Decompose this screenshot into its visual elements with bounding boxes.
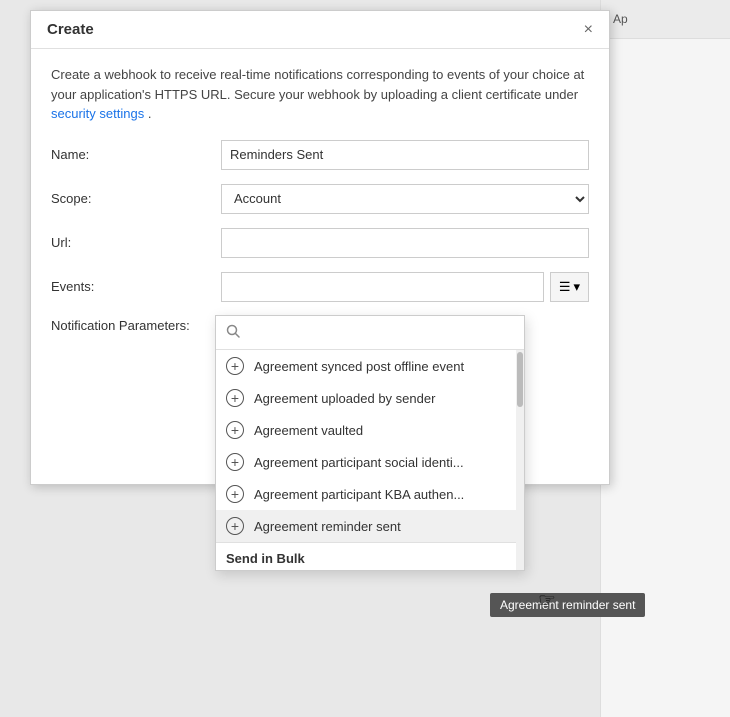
- modal-header: Create ×: [31, 11, 609, 49]
- name-label: Name:: [51, 147, 221, 162]
- name-row: Name:: [51, 140, 589, 170]
- url-row: Url:: [51, 228, 589, 258]
- modal-description: Create a webhook to receive real-time no…: [51, 65, 589, 124]
- send-in-bulk-section[interactable]: Send in Bulk: [216, 543, 524, 570]
- plus-icon-0: +: [226, 357, 244, 375]
- events-input[interactable]: [221, 272, 544, 302]
- dropdown-item-1[interactable]: + Agreement uploaded by sender: [216, 382, 524, 414]
- modal-close-button[interactable]: ×: [584, 22, 593, 38]
- dropdown-item-4[interactable]: + Agreement participant KBA authen...: [216, 478, 524, 510]
- search-icon: [226, 324, 240, 341]
- dropdown-item-label-0: Agreement synced post offline event: [254, 359, 464, 374]
- chevron-down-icon: ▾: [573, 279, 580, 295]
- url-label: Url:: [51, 235, 221, 250]
- events-label: Events:: [51, 279, 221, 294]
- bg-panel-header: Ap: [601, 0, 730, 39]
- notification-label: Notification Parameters:: [51, 316, 221, 333]
- send-in-bulk-label: Send in Bulk: [226, 551, 305, 566]
- dropdown-item-3[interactable]: + Agreement participant social identi...: [216, 446, 524, 478]
- plus-icon-1: +: [226, 389, 244, 407]
- dropdown-item-5[interactable]: + Agreement reminder sent: [216, 510, 524, 542]
- dropdown-item-label-4: Agreement participant KBA authen...: [254, 487, 464, 502]
- dropdown-item-label-5: Agreement reminder sent: [254, 519, 401, 534]
- events-dropdown-panel: + Agreement synced post offline event + …: [215, 315, 525, 571]
- modal-title: Create: [47, 21, 94, 38]
- dropdown-search-bar: [216, 316, 524, 350]
- dropdown-item-label-3: Agreement participant social identi...: [254, 455, 464, 470]
- plus-icon-3: +: [226, 453, 244, 471]
- scope-label: Scope:: [51, 191, 221, 206]
- plus-icon-5: +: [226, 517, 244, 535]
- dropdown-search-input[interactable]: [246, 325, 514, 340]
- plus-icon-2: +: [226, 421, 244, 439]
- url-input[interactable]: [221, 228, 589, 258]
- dropdown-item-2[interactable]: + Agreement vaulted: [216, 414, 524, 446]
- events-row: Events: ☰ ▾: [51, 272, 589, 302]
- events-menu-button[interactable]: ☰ ▾: [550, 272, 589, 302]
- scope-select[interactable]: Account User Group Target: [221, 184, 589, 214]
- hamburger-icon: ☰: [559, 279, 571, 295]
- dropdown-item-0[interactable]: + Agreement synced post offline event: [216, 350, 524, 382]
- dropdown-item-label-1: Agreement uploaded by sender: [254, 391, 435, 406]
- dropdown-list: + Agreement synced post offline event + …: [216, 350, 524, 570]
- dropdown-scrollbar[interactable]: [516, 350, 524, 570]
- scope-row: Scope: Account User Group Target: [51, 184, 589, 214]
- plus-icon-4: +: [226, 485, 244, 503]
- name-input[interactable]: [221, 140, 589, 170]
- security-settings-link[interactable]: security settings: [51, 106, 144, 121]
- dropdown-item-label-2: Agreement vaulted: [254, 423, 363, 438]
- scrollbar-thumb: [517, 352, 523, 407]
- tooltip: Agreement reminder sent: [490, 593, 645, 617]
- events-input-wrap: ☰ ▾: [221, 272, 589, 302]
